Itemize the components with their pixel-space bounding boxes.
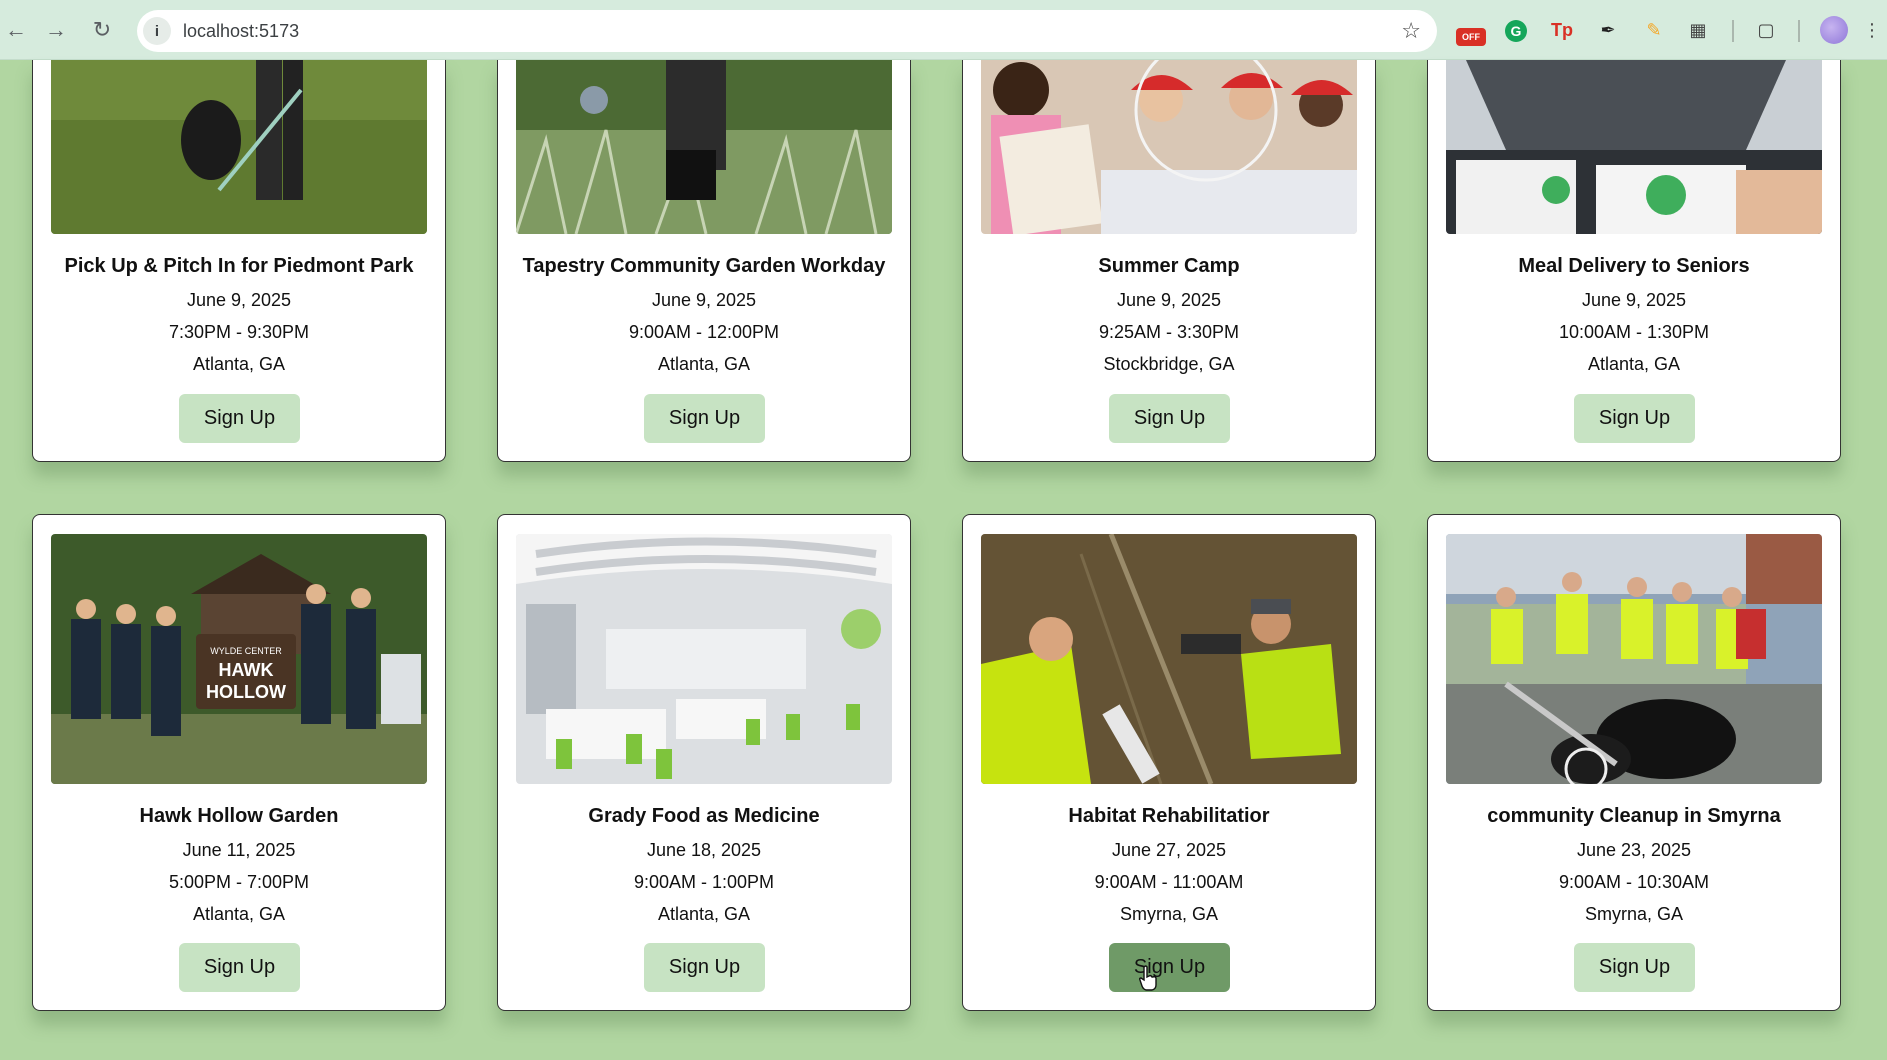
event-location: Smyrna, GA: [1584, 904, 1684, 924]
event-time: 9:00AM - 10:30AM: [1558, 872, 1710, 892]
event-date: June 11, 2025: [182, 840, 296, 860]
event-time: 9:00AM - 11:00AM: [1094, 872, 1244, 892]
event-card: Meal Delivery to Seniors June 9, 2025 10…: [1427, 60, 1841, 462]
event-title: Pick Up & Pitch In for Piedmont Park: [64, 255, 414, 277]
toolbar-divider: [1798, 20, 1800, 42]
back-arrow-icon[interactable]: ←: [0, 14, 32, 46]
site-info-icon[interactable]: i: [143, 17, 171, 45]
event-card: Habitat Rehabilitatior June 27, 2025 9:0…: [962, 514, 1376, 1011]
event-location: Atlanta, GA: [657, 904, 751, 924]
event-photo: [516, 534, 892, 784]
puzzle-extensions-icon[interactable]: ▦: [1684, 16, 1712, 44]
event-location: Atlanta, GA: [1587, 354, 1681, 374]
event-photo: [51, 60, 427, 234]
event-photo: [1446, 60, 1822, 234]
sign-up-button[interactable]: Sign Up: [644, 394, 765, 443]
event-location: Atlanta, GA: [192, 904, 286, 924]
event-time: 5:00PM - 7:00PM: [168, 872, 310, 892]
event-title: Grady Food as Medicine: [588, 805, 820, 827]
event-card: Pick Up & Pitch In for Piedmont Park Jun…: [32, 60, 446, 462]
sign-caption: HOLLOW: [206, 682, 286, 702]
sign-up-button[interactable]: Sign Up: [644, 943, 765, 992]
event-card: WYLDE CENTER HAWK HOLLOW Hawk Hollow Gar…: [32, 514, 446, 1011]
sign-up-button[interactable]: Sign Up: [1574, 943, 1695, 992]
tp-extension-icon[interactable]: Tp: [1548, 16, 1576, 44]
event-title: Tapestry Community Garden Workday: [522, 255, 886, 277]
url-text[interactable]: localhost:5173: [183, 21, 299, 42]
bookmark-star-icon[interactable]: ☆: [1401, 18, 1421, 44]
event-photo: WYLDE CENTER HAWK HOLLOW: [51, 534, 427, 784]
profile-avatar[interactable]: [1820, 16, 1848, 44]
menu-kebab-icon[interactable]: ⋮: [1862, 16, 1882, 44]
hand-cursor-icon: [1138, 965, 1157, 991]
event-date: June 9, 2025: [186, 290, 292, 310]
event-location: Smyrna, GA: [1119, 904, 1219, 924]
event-card: Tapestry Community Garden Workday June 9…: [497, 60, 911, 462]
browser-toolbar: ← → ↻ i localhost:5173 ☆ OFF G Tp ✒ ✎ ▦ …: [0, 0, 1887, 60]
sign-up-button[interactable]: Sign Up: [1109, 394, 1230, 443]
event-time: 9:25AM - 3:30PM: [1098, 322, 1240, 342]
event-date: June 18, 2025: [646, 840, 762, 860]
event-title: Summer Camp: [1098, 255, 1240, 277]
sign-caption: HAWK: [219, 660, 274, 680]
event-title: community Cleanup in Smyrna: [1487, 805, 1781, 827]
event-title: Habitat Rehabilitatior: [1068, 805, 1270, 827]
address-bar[interactable]: i localhost:5173 ☆: [137, 10, 1437, 52]
event-card: Grady Food as Medicine June 18, 2025 9:0…: [497, 514, 911, 1011]
event-time: 9:00AM - 12:00PM: [628, 322, 780, 342]
event-title: Meal Delivery to Seniors: [1518, 255, 1750, 277]
event-photo: [981, 60, 1357, 234]
pen-extension-icon[interactable]: ✒: [1594, 16, 1622, 44]
grammarly-icon[interactable]: G: [1505, 20, 1527, 42]
event-photo: [516, 60, 892, 234]
reload-icon[interactable]: ↻: [86, 14, 118, 46]
event-card: community Cleanup in Smyrna June 23, 202…: [1427, 514, 1841, 1011]
sign-up-button[interactable]: Sign Up: [1109, 943, 1230, 992]
toolbar-divider: [1732, 20, 1734, 42]
event-location: Stockbridge, GA: [1103, 354, 1235, 374]
sign-up-button[interactable]: Sign Up: [179, 394, 300, 443]
event-card: Summer Camp June 9, 2025 9:25AM - 3:30PM…: [962, 60, 1376, 462]
sign-up-button[interactable]: Sign Up: [179, 943, 300, 992]
event-date: June 9, 2025: [651, 290, 757, 310]
sign-caption: WYLDE CENTER: [210, 646, 282, 656]
event-time: 7:30PM - 9:30PM: [168, 322, 310, 342]
event-title: Hawk Hollow Garden: [139, 805, 339, 827]
event-date: June 9, 2025: [1581, 290, 1687, 310]
sign-up-button[interactable]: Sign Up: [1574, 394, 1695, 443]
highlighter-extension-icon[interactable]: ✎: [1640, 16, 1668, 44]
forward-arrow-icon[interactable]: →: [40, 14, 72, 46]
event-time: 9:00AM - 1:00PM: [633, 872, 775, 892]
event-location: Atlanta, GA: [192, 354, 286, 374]
cast-search-icon[interactable]: ▢: [1752, 16, 1780, 44]
event-date: June 9, 2025: [1116, 290, 1222, 310]
extension-off-icon[interactable]: OFF: [1456, 28, 1486, 46]
event-date: June 27, 2025: [1111, 840, 1227, 860]
event-time: 10:00AM - 1:30PM: [1558, 322, 1710, 342]
event-photo: [1446, 534, 1822, 784]
event-photo: [981, 534, 1357, 784]
event-location: Atlanta, GA: [657, 354, 751, 374]
event-date: June 23, 2025: [1576, 840, 1692, 860]
